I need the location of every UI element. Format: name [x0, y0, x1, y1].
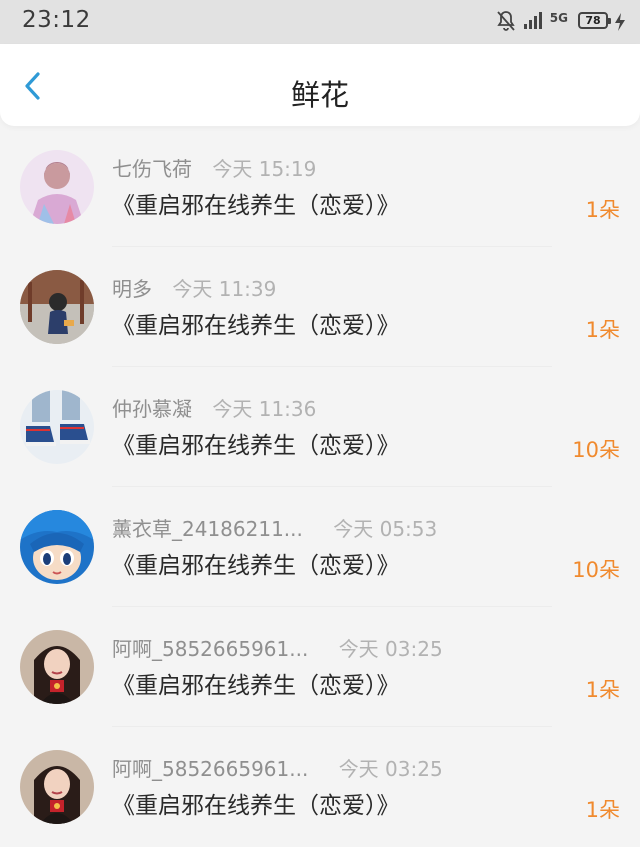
timestamp: 今天 03:25	[338, 757, 443, 781]
timestamp: 今天 11:39	[172, 277, 277, 301]
username[interactable]: 阿啊_5852665961...	[112, 753, 308, 782]
network-5g-icon: 5G	[549, 11, 568, 25]
flower-list: 七伤飞荷 今天 15:19 《重启邪在线养生（恋爱）》 1朵 明多 今天 11:…	[0, 127, 640, 847]
book-title[interactable]: 《重启邪在线养生（恋爱）》	[112, 426, 400, 460]
list-item[interactable]: 仲孙慕凝 今天 11:36 《重启邪在线养生（恋爱）》 10朵	[0, 367, 640, 487]
signal-icon	[524, 12, 542, 29]
name-row: 仲孙慕凝 今天 11:36	[112, 393, 316, 422]
flower-count: 1朵	[585, 678, 620, 702]
list-item[interactable]: 阿啊_5852665961... 今天 03:25 《重启邪在线养生（恋爱）》 …	[0, 607, 640, 727]
notifications-off-icon	[497, 11, 515, 31]
avatar[interactable]	[20, 510, 94, 584]
name-row: 七伤飞荷 今天 15:19	[112, 153, 316, 182]
book-title[interactable]: 《重启邪在线养生（恋爱）》	[112, 186, 400, 220]
status-time: 23:12	[22, 7, 91, 33]
name-row: 薰衣草_24186211... 今天 05:53	[112, 513, 437, 542]
list-item[interactable]: 明多 今天 11:39 《重启邪在线养生（恋爱）》 1朵	[0, 247, 640, 367]
name-row: 阿啊_5852665961... 今天 03:25	[112, 633, 443, 662]
book-title[interactable]: 《重启邪在线养生（恋爱）》	[112, 546, 400, 580]
avatar[interactable]	[20, 390, 94, 464]
flower-count: 1朵	[585, 798, 620, 822]
timestamp: 今天 15:19	[212, 157, 317, 181]
flower-count: 1朵	[585, 318, 620, 342]
timestamp: 今天 05:53	[333, 517, 438, 541]
username[interactable]: 薰衣草_24186211...	[112, 513, 303, 542]
charging-icon	[615, 13, 625, 31]
avatar[interactable]	[20, 150, 94, 224]
avatar[interactable]	[20, 270, 94, 344]
flower-count: 10朵	[572, 558, 620, 582]
timestamp: 今天 03:25	[338, 637, 443, 661]
name-row: 阿啊_5852665961... 今天 03:25	[112, 753, 443, 782]
battery-icon: 78	[578, 12, 611, 29]
username[interactable]: 仲孙慕凝	[112, 393, 192, 422]
book-title[interactable]: 《重启邪在线养生（恋爱）》	[112, 306, 400, 340]
nav-header: 鲜花	[0, 44, 640, 126]
avatar[interactable]	[20, 750, 94, 824]
username[interactable]: 阿啊_5852665961...	[112, 633, 308, 662]
flower-count: 10朵	[572, 438, 620, 462]
list-item[interactable]: 七伤飞荷 今天 15:19 《重启邪在线养生（恋爱）》 1朵	[0, 127, 640, 247]
book-title[interactable]: 《重启邪在线养生（恋爱）》	[112, 786, 400, 820]
book-title[interactable]: 《重启邪在线养生（恋爱）》	[112, 666, 400, 700]
list-item[interactable]: 阿啊_5852665961... 今天 03:25 《重启邪在线养生（恋爱）》 …	[0, 727, 640, 847]
avatar[interactable]	[20, 630, 94, 704]
name-row: 明多 今天 11:39	[112, 273, 276, 302]
page-title: 鲜花	[290, 78, 349, 112]
username[interactable]: 七伤飞荷	[112, 153, 192, 182]
list-item[interactable]: 薰衣草_24186211... 今天 05:53 《重启邪在线养生（恋爱）》 1…	[0, 487, 640, 607]
status-bar: 23:12 5G 78	[0, 0, 640, 44]
timestamp: 今天 11:36	[212, 397, 317, 421]
username[interactable]: 明多	[112, 273, 152, 302]
flower-count: 1朵	[585, 198, 620, 222]
